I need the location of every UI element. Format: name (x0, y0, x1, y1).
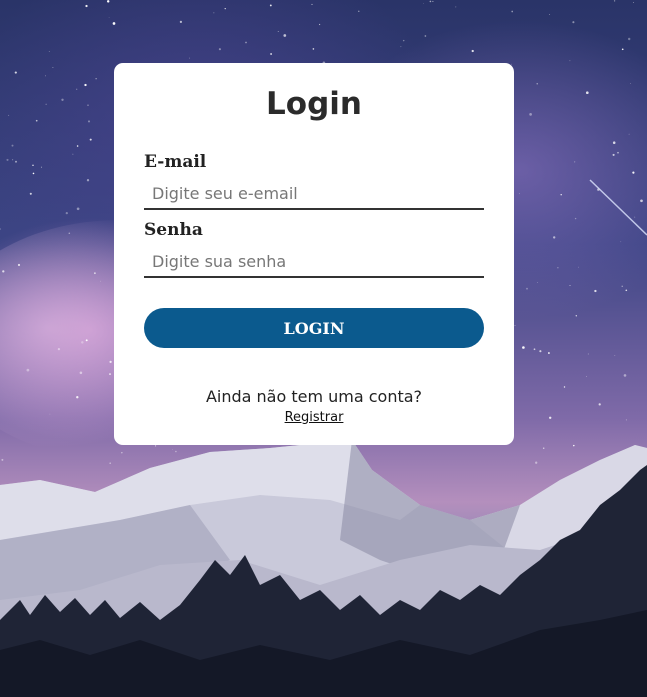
login-button[interactable]: LOGIN (144, 308, 484, 348)
register-link[interactable]: Registrar (285, 410, 344, 425)
register-link-row: Registrar (114, 410, 514, 426)
password-label: Senha (144, 220, 203, 240)
email-label: E-mail (144, 152, 207, 172)
page-background: Login E-mail Senha LOGIN Ainda não tem u… (0, 0, 647, 697)
login-card: Login E-mail Senha LOGIN Ainda não tem u… (114, 63, 514, 445)
page-title: Login (266, 86, 362, 122)
email-field[interactable] (144, 178, 484, 210)
signup-prompt: Ainda não tem uma conta? (205, 387, 423, 406)
password-field[interactable] (144, 246, 484, 278)
